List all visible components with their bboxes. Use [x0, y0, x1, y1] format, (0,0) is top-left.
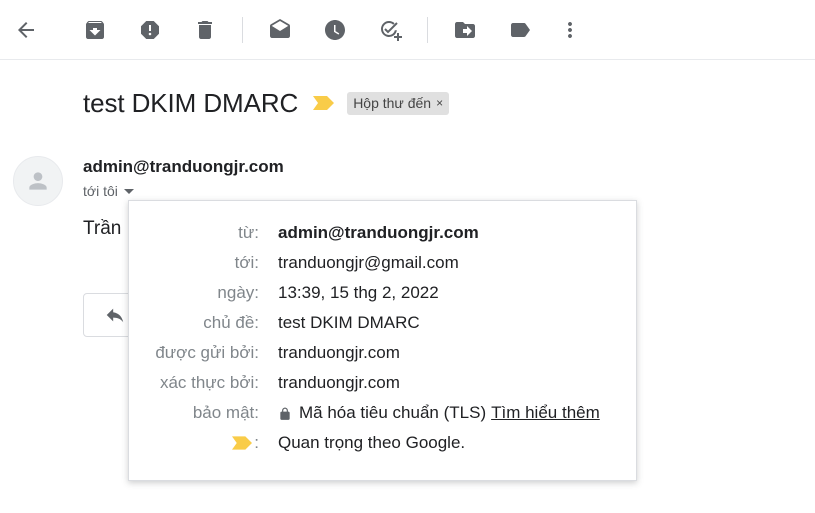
details-label: tới: — [234, 253, 259, 272]
remove-label-icon[interactable]: × — [436, 96, 443, 110]
details-value: admin@tranduongjr.com — [278, 223, 479, 242]
subject-line: test DKIM DMARC Hộp thư đến × — [83, 84, 450, 122]
details-row-security: bảo mật: Mã hóa tiêu chuẩn (TLS) Tìm hiể… — [129, 398, 638, 428]
details-row-importance: : Quan trọng theo Google. — [129, 428, 638, 458]
details-value: 13:39, 15 thg 2, 2022 — [278, 283, 439, 302]
details-label: được gửi bởi: — [155, 343, 259, 362]
details-label: ngày: — [217, 283, 259, 302]
importance-marker-icon[interactable] — [313, 96, 335, 110]
learn-more-link[interactable]: Tìm hiểu thêm — [491, 403, 600, 423]
details-value: Quan trọng theo Google. — [278, 433, 466, 452]
toolbar — [0, 0, 815, 60]
details-value: tranduongjr@gmail.com — [278, 253, 459, 272]
delete-icon — [198, 21, 212, 39]
back-button[interactable] — [8, 12, 44, 48]
message-details-popup: từ: admin@tranduongjr.com tới: tranduong… — [128, 200, 637, 481]
security-text: Mã hóa tiêu chuẩn (TLS) — [299, 403, 487, 422]
message-subject: test DKIM DMARC — [83, 87, 299, 118]
message-body: Trần — [83, 218, 122, 239]
details-label: xác thực bởi: — [159, 373, 259, 392]
details-value: test DKIM DMARC — [278, 313, 420, 332]
label-icon — [511, 23, 530, 37]
report-spam-icon — [141, 21, 159, 39]
details-value: Mã hóa tiêu chuẩn (TLS) Tìm hiểu thêm — [272, 403, 600, 423]
show-details-caret-icon[interactable] — [123, 188, 134, 194]
details-row-subject: chủ đề: test DKIM DMARC — [129, 308, 638, 338]
details-label: chủ đề: — [203, 313, 259, 332]
add-to-tasks-button[interactable] — [372, 12, 408, 48]
lock-icon — [278, 406, 292, 420]
arrow-back-icon — [18, 22, 34, 38]
importance-marker-icon — [232, 436, 253, 450]
details-label: bảo mật: — [192, 403, 259, 422]
details-row-date: ngày: 13:39, 15 thg 2, 2022 — [129, 278, 638, 308]
move-to-icon — [455, 22, 475, 38]
details-label: : — [129, 433, 259, 453]
toolbar-divider — [242, 17, 243, 43]
avatar — [13, 156, 63, 206]
mark-unread-button[interactable] — [262, 12, 298, 48]
archive-icon — [86, 21, 104, 39]
label-button[interactable] — [502, 12, 538, 48]
snooze-icon — [325, 20, 345, 40]
recipient-summary[interactable]: tới tôi — [83, 183, 134, 199]
delete-button[interactable] — [187, 12, 223, 48]
details-label-colon: : — [254, 433, 259, 452]
details-row-mailed-by: được gửi bởi: tranduongjr.com — [129, 338, 638, 368]
mark-unread-icon — [270, 19, 290, 38]
details-row-to: tới: tranduongjr@gmail.com — [129, 248, 638, 278]
sender-email: admin@tranduongjr.com — [83, 157, 284, 176]
snooze-button[interactable] — [317, 12, 353, 48]
report-spam-button[interactable] — [132, 12, 168, 48]
archive-button[interactable] — [77, 12, 113, 48]
more-options-button[interactable] — [552, 12, 588, 48]
reply-icon — [106, 308, 124, 323]
move-to-button[interactable] — [447, 12, 483, 48]
details-value: tranduongjr.com — [278, 373, 400, 392]
details-value: tranduongjr.com — [278, 343, 400, 362]
toolbar-divider — [427, 17, 428, 43]
label-chip-text: Hộp thư đến — [353, 95, 432, 111]
recipient-text: tới tôi — [83, 183, 118, 199]
details-row-from: từ: admin@tranduongjr.com — [129, 218, 638, 248]
person-icon — [29, 172, 47, 190]
more-vert-icon — [568, 22, 572, 38]
label-chip-inbox: Hộp thư đến × — [347, 91, 450, 115]
details-row-signed-by: xác thực bởi: tranduongjr.com — [129, 368, 638, 398]
add-to-tasks-icon — [381, 21, 402, 41]
details-label: từ: — [238, 223, 259, 242]
